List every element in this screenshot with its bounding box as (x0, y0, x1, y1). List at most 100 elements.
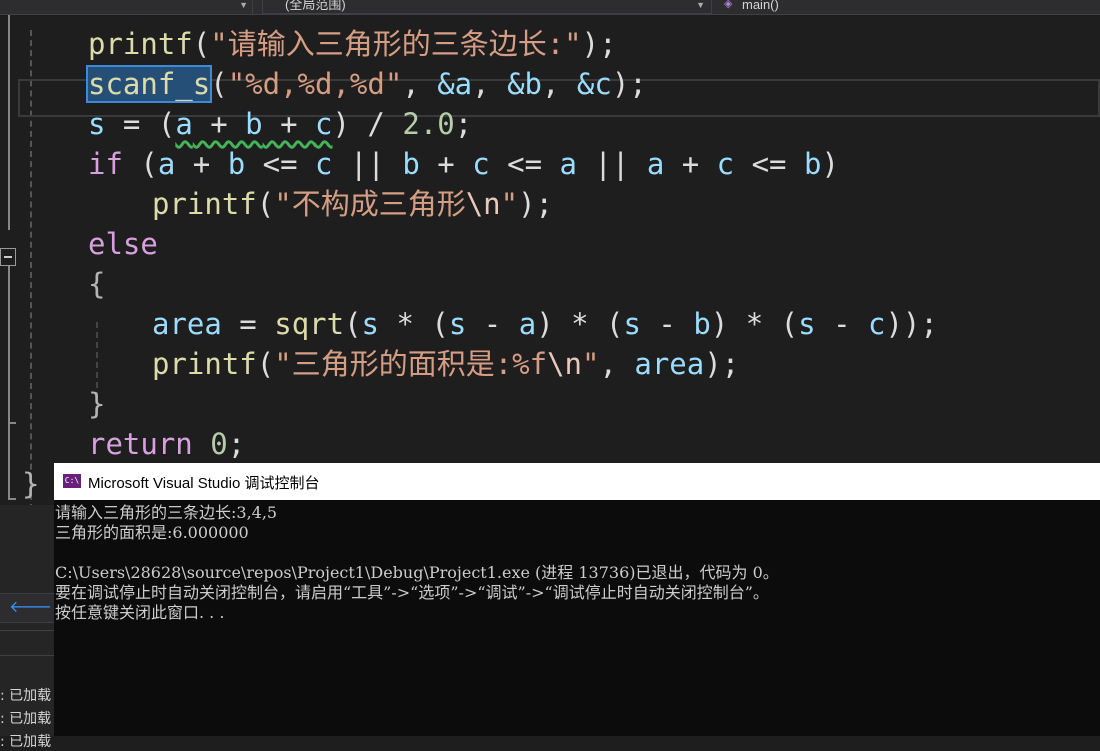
token-punct: ( (256, 187, 275, 221)
token-string: "%d,%d,%d" (227, 67, 403, 101)
token-punct: , (402, 67, 438, 101)
token-operator: <= (734, 147, 804, 181)
token-punct: ) (821, 147, 839, 181)
token-string: "三角形的面积是:%f (274, 347, 548, 381)
token-variable: a (646, 147, 665, 181)
token-variable: b (693, 307, 711, 341)
token-operator: + (419, 147, 473, 181)
token-punct: ; (454, 107, 473, 141)
token-operator: + (262, 107, 316, 141)
token-punct: , (599, 347, 635, 381)
token-punct: ); (518, 187, 554, 221)
console-line: 请输入三角形的三条边长:3,4,5 (55, 503, 278, 522)
token-variable: b (245, 107, 263, 141)
member-dropdown-label: main() (742, 0, 779, 12)
token-variable: s (448, 307, 467, 341)
code-line-12[interactable]: } (22, 465, 39, 503)
token-punct: ( (256, 347, 275, 381)
code-line-3[interactable]: s = (a + b + c) / 2.0; (88, 105, 472, 143)
token-punct: ); (581, 27, 617, 61)
token-operator: || (576, 147, 647, 181)
code-line-10[interactable]: } (88, 385, 105, 423)
scope-dropdown[interactable]: (全局范围) ▼ (262, 0, 712, 14)
token-operator: + (192, 107, 246, 141)
console-line: 三角形的面积是:6.000000 (55, 523, 249, 542)
console-output[interactable]: 请输入三角形的三条边长:3,4,5 三角形的面积是:6.000000 C:\User… (54, 500, 1100, 623)
code-line-11[interactable]: return 0; (88, 425, 245, 463)
token-operator: * ( (379, 307, 449, 341)
token-operator: <= (489, 147, 560, 181)
token-variable: c (472, 147, 490, 181)
token-operator: <= (245, 147, 316, 181)
token-operator: - (640, 307, 694, 341)
outline-tick (8, 498, 16, 500)
token-number: 0 (210, 427, 228, 461)
token-variable: a (157, 147, 176, 181)
code-line-4[interactable]: if (a + b <= c || b + c <= a || a + c <=… (88, 145, 839, 183)
console-line: 按任意键关闭此窗口. . . (55, 603, 225, 622)
token-escape: \n (465, 187, 501, 221)
token-variable: s (361, 307, 380, 341)
project-dropdown[interactable]: ▼ (0, 0, 253, 14)
collapse-toggle-icon[interactable] (0, 248, 16, 266)
token-punct: ( (192, 27, 211, 61)
code-line-5[interactable]: printf("不构成三角形\n"); (152, 185, 553, 223)
debug-console-window[interactable]: C:\ Microsoft Visual Studio 调试控制台 请输入三角形… (54, 463, 1100, 736)
token-variable: b (227, 147, 246, 181)
code-line-7[interactable]: { (88, 265, 105, 303)
token-number: 2.0 (402, 107, 455, 141)
token-punct: ( (122, 147, 158, 181)
token-string: " (582, 347, 600, 381)
token-variable: area (634, 347, 705, 381)
outline-tick (8, 422, 16, 424)
token-function: printf (152, 187, 257, 221)
token-variable: area (152, 307, 222, 341)
token-variable: c (315, 147, 333, 181)
arrow-left-icon[interactable]: 🡐 (9, 596, 52, 616)
panel-header: 🡐 (0, 593, 54, 623)
token-variable: b (803, 147, 822, 181)
token-operator: - (466, 307, 519, 341)
code-line-8[interactable]: area = sqrt(s * (s - a) * (s - b) * (s -… (152, 305, 938, 343)
token-function-selected: scanf_s (85, 65, 213, 103)
token-punct: ); (704, 347, 740, 381)
token-punct: , (472, 67, 508, 101)
token-variable: &a (437, 67, 473, 101)
console-app-icon: C:\ (63, 474, 81, 488)
code-line-1[interactable]: printf("请输入三角形的三条边长:"); (88, 25, 617, 63)
code-line-2[interactable]: scanf_s("%d,%d,%d", &a, &b, &c); (85, 65, 647, 103)
console-line: 要在调试停止时自动关闭控制台，请启用“工具”->“选项”->“调试”->“调试停… (55, 583, 769, 602)
console-title-bar[interactable]: C:\ Microsoft Visual Studio 调试控制台 (54, 463, 1100, 500)
token-operator: ) * ( (536, 307, 624, 341)
token-variable: c (868, 307, 886, 341)
token-punct: , (541, 67, 577, 101)
token-variable: s (798, 307, 816, 341)
token-variable: s (623, 307, 641, 341)
code-editor[interactable]: printf("请输入三角形的三条边长:"); scanf_s("%d,%d,%… (0, 15, 1100, 510)
chevron-down-icon: ▼ (239, 0, 248, 10)
console-title: Microsoft Visual Studio 调试控制台 (88, 475, 320, 492)
token-variable: a (559, 147, 577, 181)
code-line-9[interactable]: printf("三角形的面积是:%f\n", area); (152, 345, 739, 383)
output-line: : 已加载 (0, 734, 52, 750)
outline-line (8, 15, 10, 230)
token-variable: &c (576, 67, 612, 101)
token-string: " (500, 187, 519, 221)
divider (0, 655, 54, 656)
token-punct: ( (210, 67, 228, 101)
outline-line (8, 260, 10, 500)
token-operator: - (815, 307, 868, 341)
token-function: sqrt (274, 307, 345, 341)
code-line-6[interactable]: else (88, 225, 158, 263)
token-variable: &b (507, 67, 542, 101)
token-variable: a (175, 107, 193, 141)
scope-dropdown-label: (全局范围) (285, 0, 346, 12)
member-dropdown[interactable]: ◈ main() (716, 0, 1100, 14)
token-operator: ) * ( (710, 307, 799, 341)
token-punct: ) / (332, 107, 403, 141)
token-operator: + (664, 147, 717, 181)
token-keyword: return (88, 427, 193, 461)
token-operator: + (175, 147, 228, 181)
token-string: "请输入三角形的三条边长:" (210, 27, 582, 61)
